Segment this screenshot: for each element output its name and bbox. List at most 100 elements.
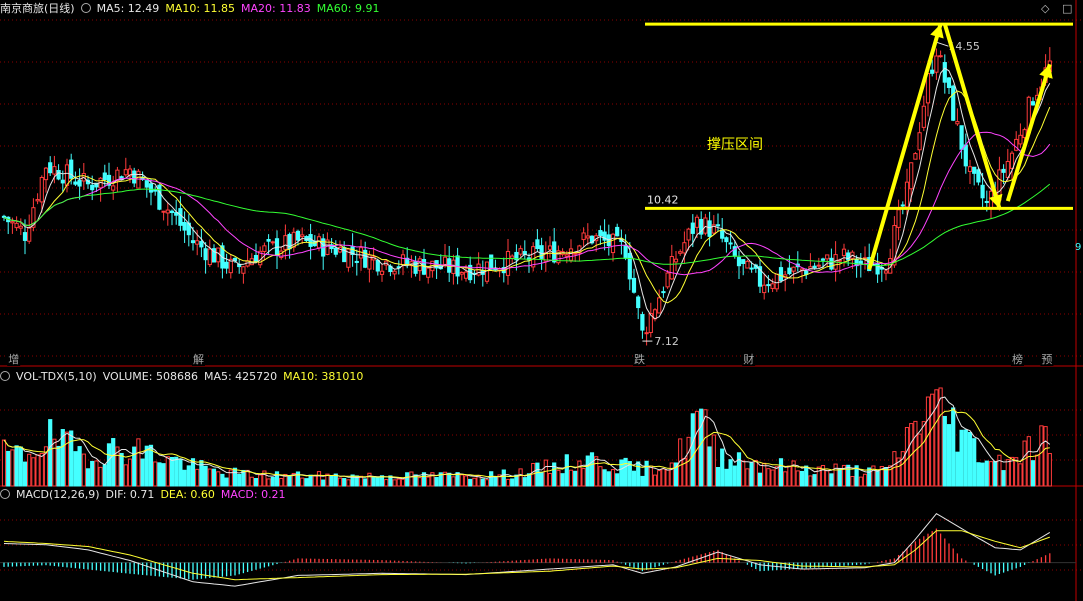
volume-bar [573, 470, 578, 487]
volume-bar [501, 469, 506, 487]
volume-bar [825, 470, 830, 487]
candle-body [942, 62, 947, 83]
volume-ma10-readout: MA10: 381010 [283, 370, 364, 383]
candle-body [304, 236, 309, 241]
candle-body [720, 229, 725, 239]
candle-body [678, 251, 683, 254]
candle-body [199, 241, 204, 248]
volume-bar [741, 460, 746, 487]
candle-body [64, 164, 70, 186]
volume-bar [1014, 457, 1019, 487]
volume-bar [174, 456, 179, 487]
volume-bar [85, 468, 91, 487]
candle-body [623, 245, 628, 259]
volume-bar [984, 460, 989, 487]
candle-body [644, 332, 649, 335]
volume-bar [14, 445, 19, 487]
volume-bar [144, 445, 149, 487]
event-marker-label[interactable]: 跌 [634, 352, 645, 366]
volume-bar [648, 465, 653, 487]
candle-body [1030, 101, 1036, 106]
candle-body [938, 55, 943, 58]
candle-body [451, 259, 456, 274]
volume-indicator-name: VOL-TDX(5,10) [16, 370, 97, 383]
candle-body [984, 200, 989, 203]
event-marker-label[interactable]: 预 [1041, 353, 1052, 366]
volume-bar [27, 453, 32, 487]
maximize-icon[interactable]: □ [1062, 2, 1072, 15]
volume-bar [1018, 463, 1023, 487]
event-marker-label[interactable]: 榜 [1012, 352, 1023, 366]
volume-bar [127, 458, 133, 487]
volume-bar [837, 467, 842, 487]
candle-body [333, 247, 338, 255]
volume-bar [358, 475, 364, 487]
candle-body [1018, 134, 1023, 145]
candle-body [505, 250, 511, 276]
chart-canvas[interactable]: 10.42撑压区间14.557.12增解跌财榜预9 [0, 0, 1083, 601]
candle-body [153, 189, 158, 192]
volume-bar [489, 471, 494, 487]
volume-bar [81, 453, 86, 487]
candle-body [379, 270, 385, 275]
volume-bar [636, 461, 641, 487]
settings-circle-icon[interactable] [80, 3, 91, 13]
candle-body [178, 208, 183, 226]
volume-bar [829, 473, 834, 487]
candle-body [959, 125, 964, 150]
event-marker-label[interactable]: 财 [743, 352, 754, 366]
event-marker-label[interactable]: 增 [8, 352, 19, 366]
candle-body [724, 237, 729, 243]
candle-body [917, 132, 922, 151]
volume-bar [963, 429, 968, 487]
volume-bar [732, 465, 737, 487]
volume-bar [623, 457, 628, 487]
volume-bar [535, 462, 540, 487]
candle-body [90, 184, 95, 191]
candle-body [951, 85, 956, 121]
volume-bar [875, 469, 880, 487]
volume-bar [892, 451, 897, 487]
candle-body [686, 228, 691, 241]
diamond-icon[interactable]: ◇ [1041, 2, 1049, 15]
candle-body [665, 272, 670, 288]
candle-body [585, 235, 590, 239]
volume-readout: VOLUME: 508686 [102, 370, 198, 383]
volume-bar [946, 424, 952, 487]
volume-bar [1043, 426, 1048, 487]
volume-bar [10, 449, 15, 487]
candle-body [489, 254, 494, 270]
macd-settings-circle-icon[interactable] [0, 489, 10, 499]
macd-readout: MACD: 0.21 [220, 488, 286, 501]
candle-body [510, 255, 515, 259]
volume-bar [451, 476, 456, 487]
candle-body [308, 234, 313, 247]
volume-bar [598, 466, 603, 487]
candle-body [766, 284, 771, 287]
volume-bar [644, 460, 649, 487]
candle-body [165, 209, 170, 214]
volume-bar [31, 457, 36, 487]
volume-bar [342, 478, 347, 487]
candle-body [661, 291, 666, 294]
candle-body [900, 204, 905, 207]
volume-bar [270, 476, 275, 487]
volume-bar [657, 470, 662, 487]
candle-body [820, 258, 826, 261]
candle-body [190, 240, 196, 244]
volume-bar [287, 475, 292, 487]
volume-bar [707, 446, 712, 487]
volume-bar [6, 450, 11, 487]
volume-bar [560, 473, 565, 487]
candle-body [741, 259, 746, 264]
candle-body [980, 184, 985, 199]
volume-bar [997, 454, 1002, 487]
volume-bar [1005, 459, 1010, 487]
dea-readout: DEA: 0.60 [160, 488, 215, 501]
volume-bar [245, 469, 250, 487]
volume-bar [409, 471, 414, 487]
volume-bar [249, 476, 254, 487]
volume-settings-circle-icon[interactable] [0, 371, 10, 381]
event-marker-label[interactable]: 解 [193, 352, 204, 366]
candle-body [535, 239, 540, 250]
